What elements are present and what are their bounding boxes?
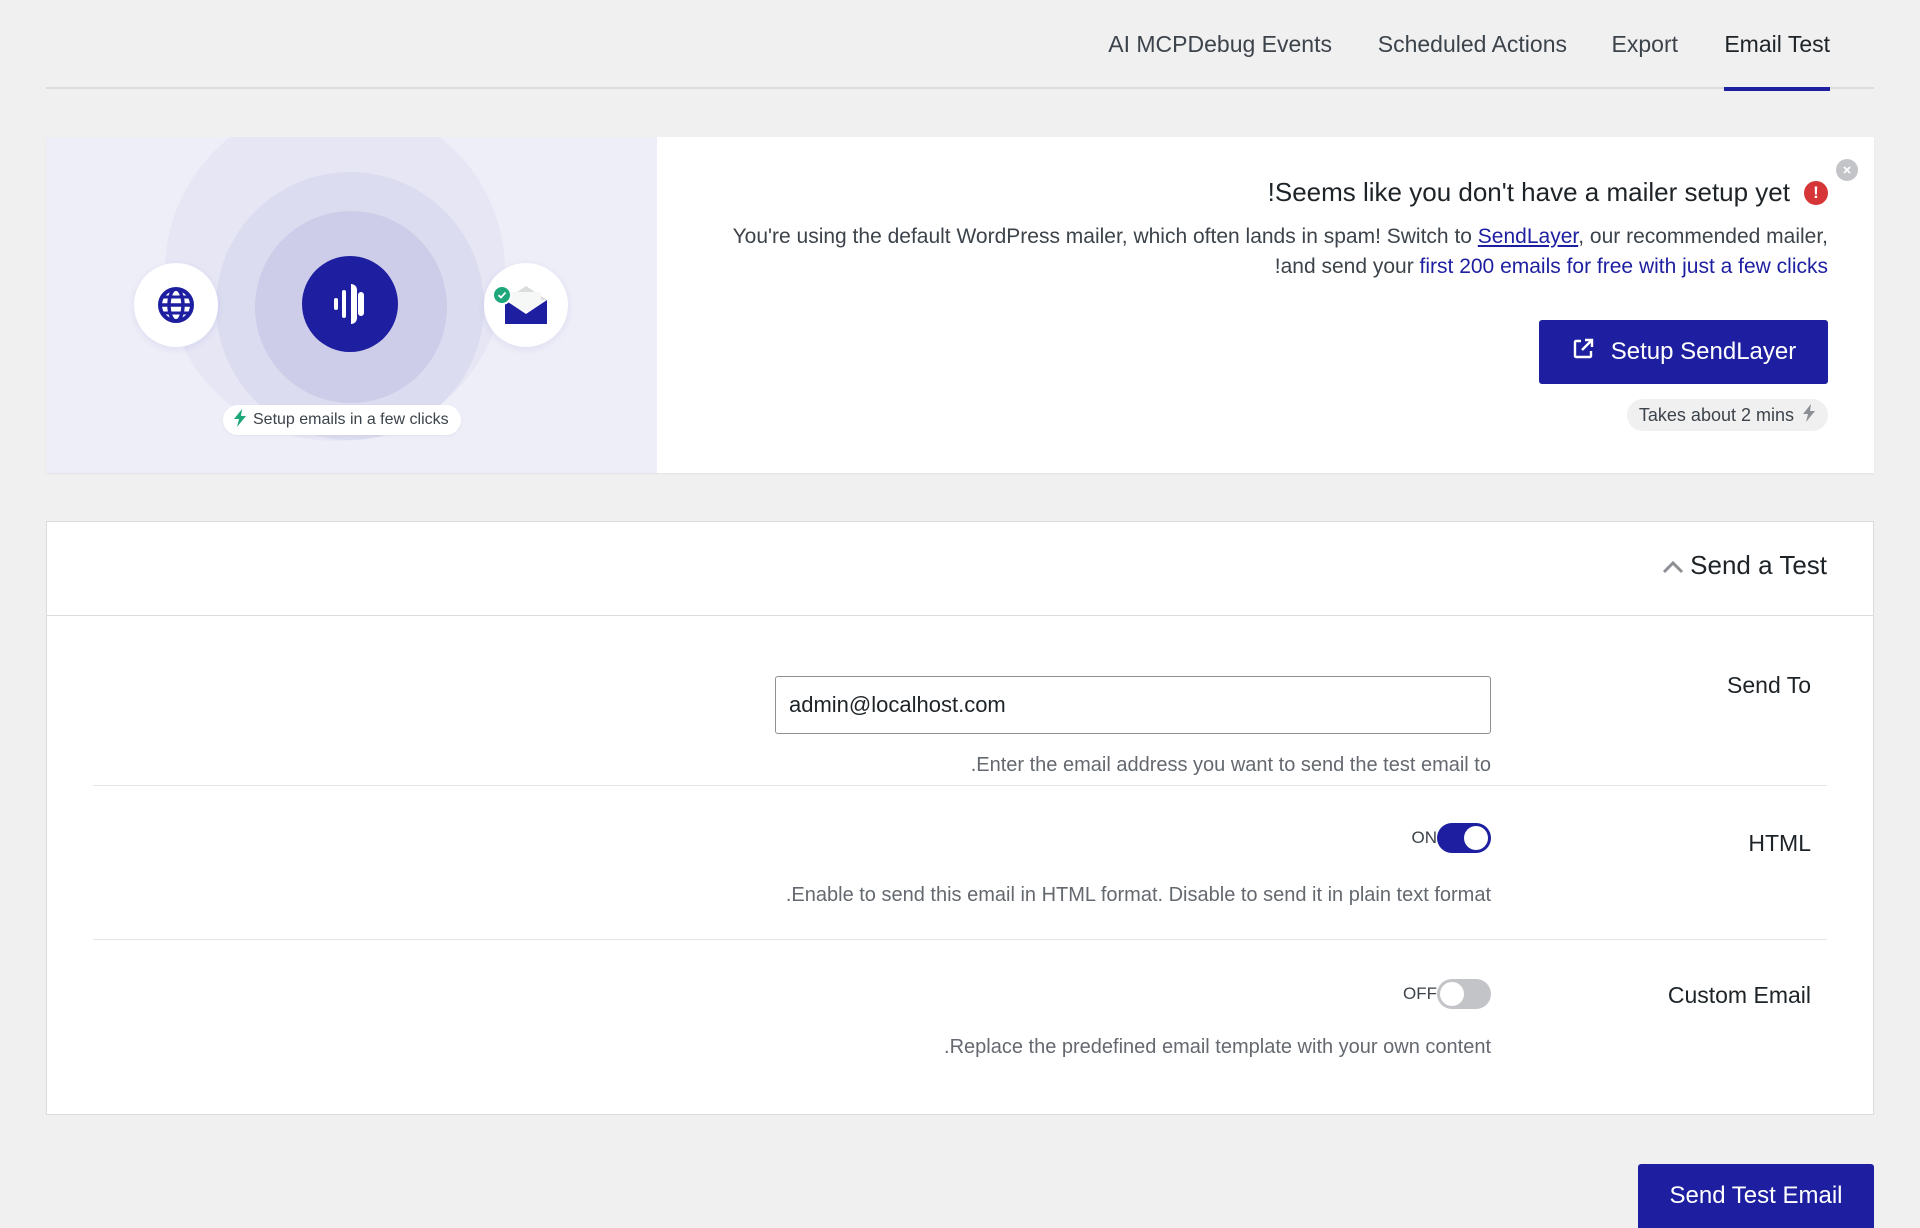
setup-sendlayer-label: Setup SendLayer [1610,338,1797,365]
toggle-knob [1464,826,1488,850]
tab-bar: AI MCPDebug Events Scheduled Actions Exp… [46,0,1874,91]
takes-about-text: Takes about 2 mins [1638,404,1794,425]
send-test-title: Send a Test [1662,550,1827,581]
html-description: .Enable to send this email in HTML forma… [785,884,1491,906]
send-test-header[interactable]: Send a Test [47,522,1873,616]
mailer-setup-banner: Setup emails in a few clicks !Seems like… [46,137,1874,473]
envelope-icon [484,263,568,347]
chevron-up-icon [1662,550,1684,581]
custom-email-row: Custom Email OFF .Replace the predefined… [93,940,1827,1116]
tab-email-test[interactable]: Email Test [1724,0,1830,91]
tab-ai-mcpdebug-events[interactable]: AI MCPDebug Events [1108,0,1332,89]
warning-icon: ! [1804,180,1828,205]
html-label: HTML [1748,830,1811,856]
bolt-icon [1802,403,1816,427]
close-icon[interactable] [1836,159,1858,181]
custom-email-label: Custom Email [1667,982,1811,1008]
bolt-icon [233,408,247,432]
html-toggle[interactable]: ON [1411,823,1491,853]
line1-prefix: You're using the default WordPress maile… [732,225,1478,248]
tab-export[interactable]: Export [1612,0,1678,89]
banner-illustration: Setup emails in a few clicks [46,137,657,473]
custom-email-toggle-switch[interactable] [1437,979,1491,1009]
custom-email-toggle-state: OFF [1403,984,1437,1003]
custom-email-toggle[interactable]: OFF [1403,979,1491,1009]
send-to-label: Send To [1727,672,1811,698]
globe-icon [134,263,218,347]
html-row: HTML ON .Enable to send this email in HT… [93,786,1827,940]
line2-prefix: !and send your [1274,255,1420,278]
send-to-input[interactable] [775,676,1491,734]
external-link-icon [1571,337,1595,368]
banner-content: !Seems like you don't have a mailer setu… [657,137,1874,473]
sound-bars-icon [302,256,398,352]
banner-title: !Seems like you don't have a mailer setu… [1268,177,1828,208]
setup-sendlayer-button[interactable]: Setup SendLayer [1539,320,1828,384]
tab-scheduled-actions[interactable]: Scheduled Actions [1378,0,1567,89]
banner-description-line2: !and send your first 200 emails for free… [1275,255,1828,279]
free-emails-highlight: first 200 emails for free with just a fe… [1419,255,1828,278]
sendlayer-link[interactable]: SendLayer [1478,225,1578,248]
banner-title-text: !Seems like you don't have a mailer setu… [1267,177,1790,207]
custom-email-description: .Replace the predefined email template w… [944,1036,1491,1058]
send-test-email-button[interactable]: Send Test Email [1638,1164,1874,1228]
html-toggle-switch[interactable] [1437,823,1491,853]
send-test-panel: Send a Test Send To .Enter the email add… [46,521,1874,1115]
check-icon [492,285,512,305]
line1-suffix: , our recommended mailer, [1578,225,1828,248]
send-to-description: .Enter the email address you want to sen… [970,754,1491,776]
banner-description-line1: You're using the default WordPress maile… [733,225,1828,249]
pill-label: Setup emails in a few clicks [253,411,449,428]
html-toggle-state: ON [1411,828,1438,847]
send-test-title-text: Send a Test [1690,550,1827,580]
takes-about-badge: Takes about 2 mins [1626,399,1828,431]
toggle-knob [1440,982,1464,1006]
setup-emails-pill: Setup emails in a few clicks [223,405,461,435]
send-to-row: Send To .Enter the email address you wan… [93,616,1827,786]
